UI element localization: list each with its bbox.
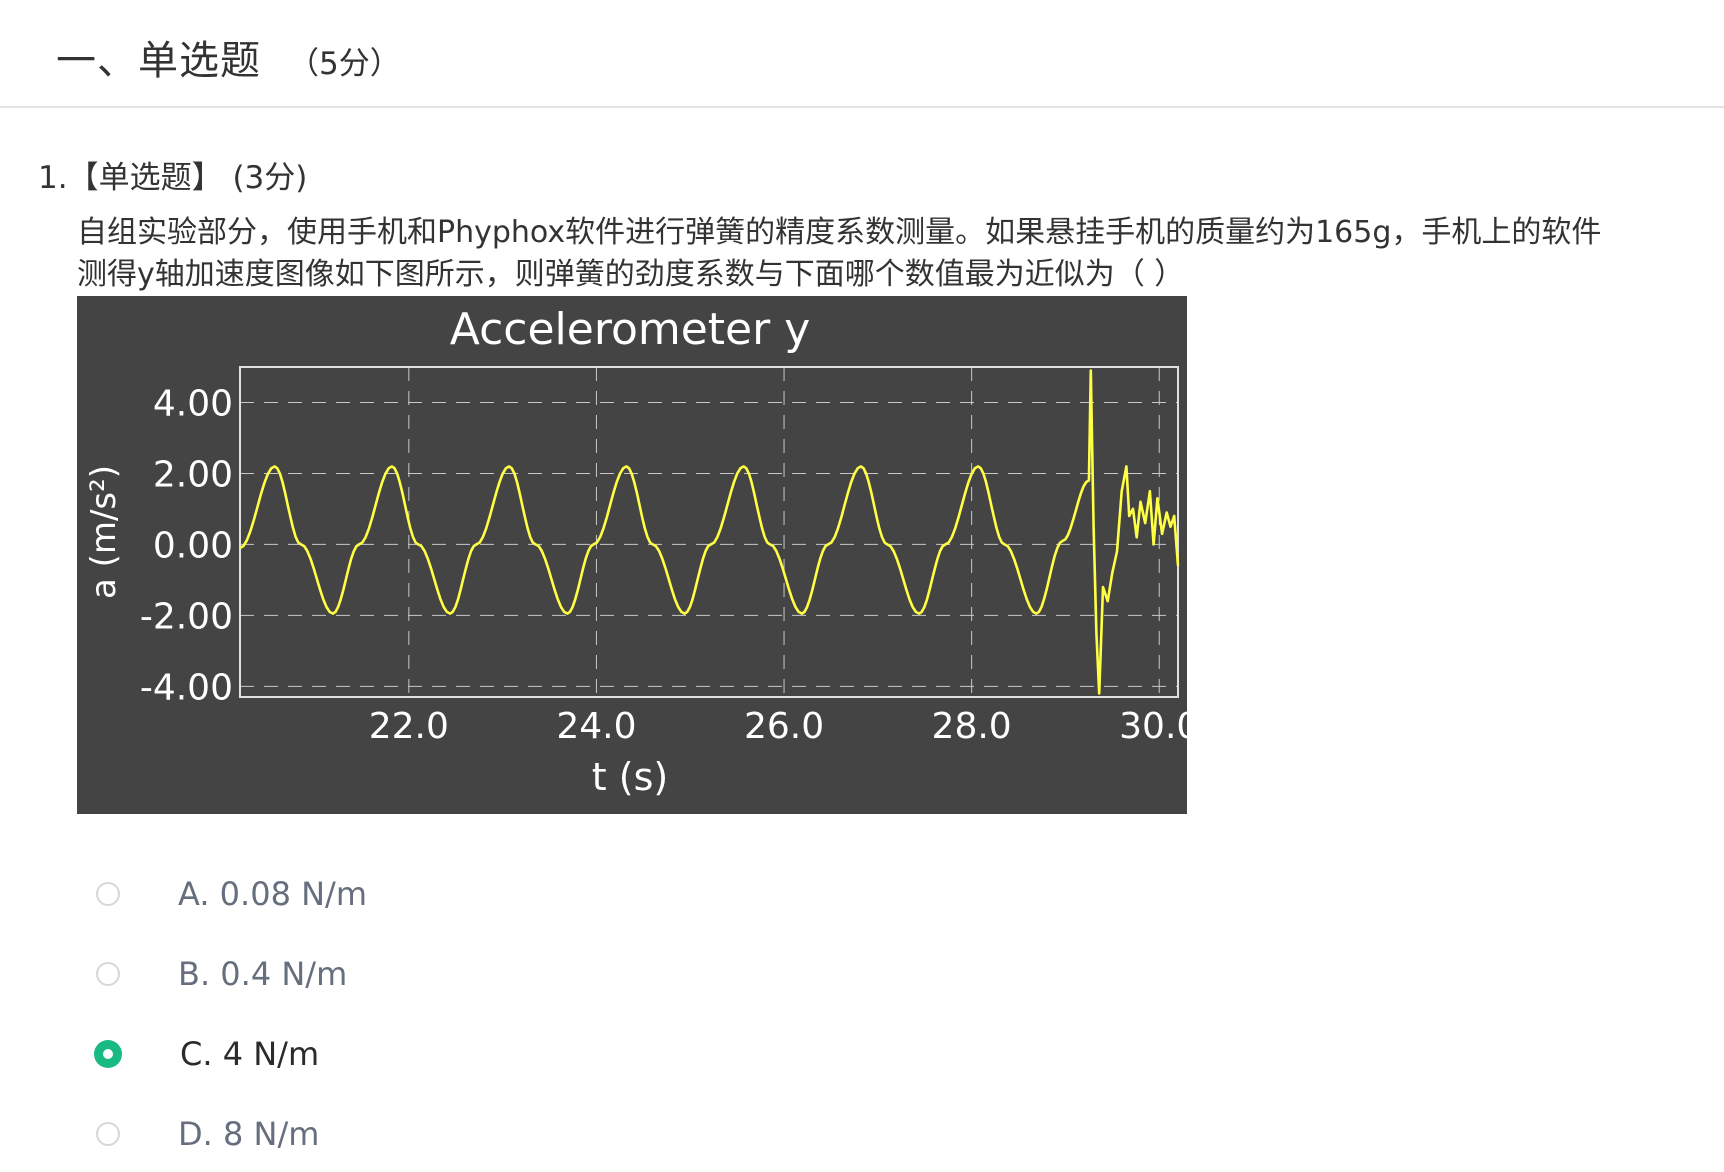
- section-title: 一、单选题: [56, 38, 261, 84]
- accelerometer-chart: Accelerometer y 4.00 2.00 0.00 -2.00 -4.00 22.…: [77, 296, 1187, 814]
- question-header: 1.【单选题】 (3分): [38, 152, 307, 197]
- x-tick-label-4: 30.0: [1119, 706, 1187, 747]
- question-number: 1.: [38, 160, 68, 196]
- y-tick-label-3: -2.00: [140, 596, 233, 637]
- option-c[interactable]: C. 4 N/m: [94, 1034, 696, 1074]
- question-text-line-2: 测得y轴加速度图像如下图所示，则弹簧的劲度系数与下面哪个数值最为近似为（ ）: [77, 257, 1185, 292]
- option-d[interactable]: D. 8 N/m: [96, 1114, 696, 1154]
- y-tick-label-2: 0.00: [153, 525, 233, 566]
- chart-title: Accelerometer y: [450, 304, 811, 355]
- radio-b[interactable]: [96, 962, 120, 986]
- option-d-label: D. 8 N/m: [178, 1115, 320, 1153]
- section-score: （5分）: [288, 46, 401, 82]
- y-tick-label-1: 2.00: [153, 454, 233, 495]
- y-axis-label: a (m/s²): [84, 465, 124, 599]
- option-a-label: A. 0.08 N/m: [178, 875, 367, 913]
- x-tick-label-1: 24.0: [556, 706, 636, 747]
- radio-d[interactable]: [96, 1122, 120, 1146]
- x-axis-label: t (s): [592, 755, 668, 799]
- y-tick-label-0: 4.00: [153, 383, 233, 424]
- question-stem: 自组实验部分，使用手机和Phyphox软件进行弹簧的精度系数测量。如果悬挂手机的…: [77, 212, 1707, 296]
- section-header: 一、单选题 （5分）: [0, 0, 1724, 108]
- option-a[interactable]: A. 0.08 N/m: [96, 874, 696, 914]
- y-tick-label-4: -4.00: [140, 667, 233, 708]
- radio-a[interactable]: [96, 882, 120, 906]
- x-tick-label-3: 28.0: [932, 706, 1012, 747]
- question-type: 【单选题】: [67, 160, 223, 196]
- question-score: (3分): [232, 160, 308, 196]
- option-c-label: C. 4 N/m: [180, 1035, 320, 1073]
- question-text-line-1: 自组实验部分，使用手机和Phyphox软件进行弹簧的精度系数测量。如果悬挂手机的…: [77, 215, 1602, 250]
- option-b-label: B. 0.4 N/m: [178, 955, 348, 993]
- radio-c[interactable]: [94, 1040, 122, 1068]
- x-tick-label-0: 22.0: [369, 706, 449, 747]
- option-b[interactable]: B. 0.4 N/m: [96, 954, 696, 994]
- x-tick-label-2: 26.0: [744, 706, 824, 747]
